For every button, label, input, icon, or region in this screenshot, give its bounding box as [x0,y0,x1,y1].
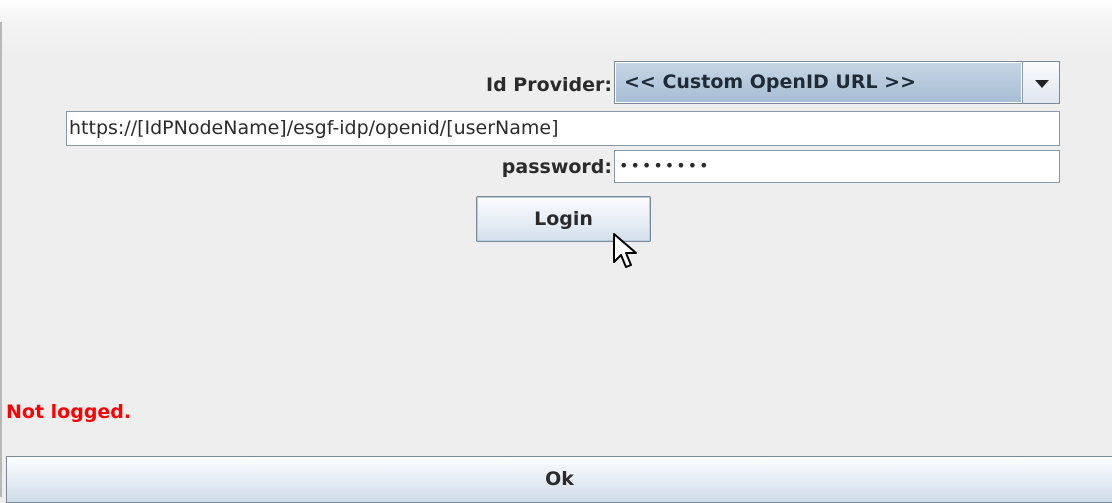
window-left-border [0,22,2,497]
id-provider-selected-value[interactable]: << Custom OpenID URL >> [616,63,1021,102]
mouse-pointer-icon [613,233,637,268]
login-status-text: Not logged. [6,401,132,423]
id-provider-dropdown[interactable]: << Custom OpenID URL >> [614,61,1060,104]
openid-url-field[interactable]: https://[IdPNodeName]/esgf-idp/openid/[u… [66,111,1060,146]
id-provider-dropdown-button[interactable] [1022,61,1060,104]
password-label: password: [501,156,612,178]
chevron-down-icon [1035,80,1049,88]
password-field[interactable]: •••••••• [614,150,1060,183]
ok-button[interactable]: Ok [6,456,1112,503]
id-provider-label: Id Provider: [486,74,612,96]
login-dialog: Id Provider: << Custom OpenID URL >> htt… [0,0,1112,503]
